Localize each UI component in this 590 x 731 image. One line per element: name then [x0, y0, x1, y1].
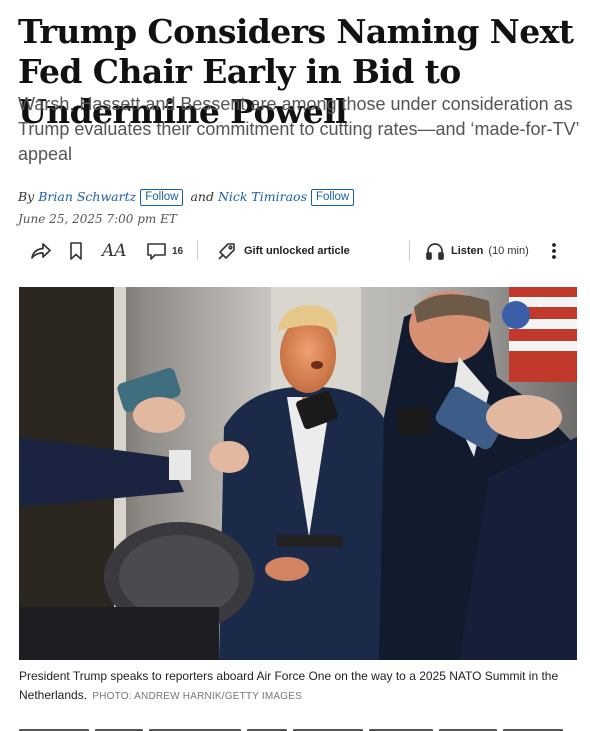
comment-icon — [146, 241, 167, 261]
text-size-button[interactable]: AA — [102, 235, 127, 267]
byline-by: By — [18, 189, 35, 204]
gift-icon — [217, 241, 237, 261]
toolbar-divider — [409, 241, 410, 261]
listen-label: Listen — [451, 245, 484, 257]
photo-caption: President Trump speaks to reporters aboa… — [19, 667, 579, 706]
share-icon — [30, 241, 52, 261]
byline: By Brian Schwartz Follow and Nick Timirao… — [18, 189, 357, 206]
bookmark-button[interactable] — [69, 235, 83, 267]
article-body-cutoff — [19, 722, 575, 731]
article-photo — [19, 287, 577, 660]
article-toolbar: AA 16 Gift unlocked article Listen (10 m… — [0, 235, 590, 267]
article-dek: Warsh, Hassett and Bessent are among tho… — [18, 94, 579, 164]
publish-date: June 25, 2025 7:00 pm ET — [18, 212, 177, 226]
text-size-icon: AA — [102, 241, 127, 261]
comments-button[interactable]: 16 — [146, 235, 183, 267]
listen-duration: (10 min) — [488, 245, 529, 257]
gift-article-label: Gift unlocked article — [244, 245, 350, 257]
comments-count: 16 — [172, 245, 184, 257]
bookmark-icon — [69, 241, 83, 261]
listen-button[interactable]: Listen (10 min) — [425, 235, 529, 267]
follow-button-author1[interactable]: Follow — [140, 189, 184, 206]
gift-article-button[interactable]: Gift unlocked article — [217, 235, 350, 267]
byline-and: and — [190, 189, 214, 204]
photo-credit: PHOTO: ANDREW HARNIK/GETTY IMAGES — [92, 691, 302, 702]
share-button[interactable] — [30, 235, 52, 267]
author-link-nick-timiraos[interactable]: Nick Timiraos — [218, 189, 307, 204]
more-options-button[interactable] — [550, 235, 558, 267]
author-link-brian-schwartz[interactable]: Brian Schwartz — [38, 189, 136, 204]
more-vertical-icon — [550, 241, 558, 261]
toolbar-divider — [197, 241, 198, 261]
headphones-icon — [425, 241, 445, 261]
follow-button-author2[interactable]: Follow — [311, 189, 355, 206]
